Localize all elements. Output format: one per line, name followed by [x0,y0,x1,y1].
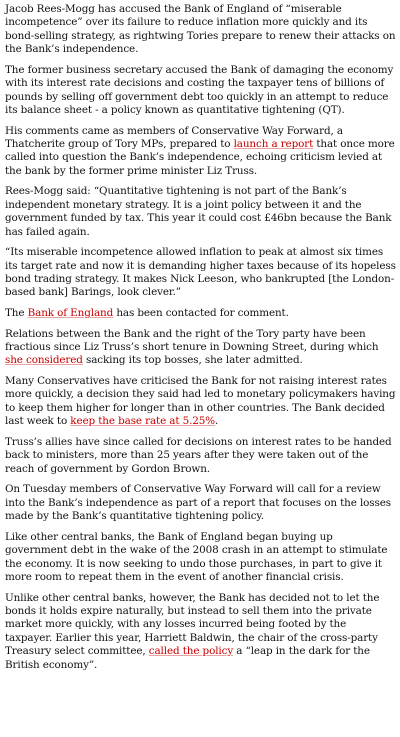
she-considered-link[interactable]: she considered [5,354,83,366]
paragraph-text: The [5,307,28,320]
paragraph: Like other central banks, the Bank of En… [5,531,396,585]
paragraph-text: has been contacted for comment. [113,307,289,320]
bank-of-england-link[interactable]: Bank of England [28,307,114,319]
paragraph-text: Jacob Rees-Mogg has accused the Bank of … [5,3,396,56]
paragraph-text: The former business secretary accused th… [5,63,394,117]
paragraph: Truss’s allies have since called for dec… [5,436,396,476]
paragraph-text: sacking its top bosses, she later admitt… [82,354,303,367]
paragraph: The Bank of England has been contacted f… [5,307,396,320]
called-the-policy-link[interactable]: called the policy [149,645,233,657]
paragraph-text: . [215,415,219,428]
paragraph: Many Conservatives have criticised the B… [5,375,396,429]
paragraph-text: Rees-Mogg said: “Quantitative tightening… [5,185,392,238]
paragraph-text: Relations between the Bank and the right… [5,327,379,354]
paragraph: The former business secretary accused th… [5,64,396,118]
paragraph-text: On Tuesday members of Conservative Way F… [5,483,391,523]
paragraph: Unlike other central banks, however, the… [5,592,396,672]
paragraph: Relations between the Bank and the right… [5,328,396,368]
launch-report-link[interactable]: launch a report [234,138,314,150]
paragraph-text: Truss’s allies have since called for dec… [5,435,392,475]
paragraph: “Its miserable incompetence allowed infl… [5,246,396,300]
paragraph: His comments came as members of Conserva… [5,125,396,179]
paragraph: Jacob Rees-Mogg has accused the Bank of … [5,3,396,57]
article-body: Jacob Rees-Mogg has accused the Bank of … [0,0,400,672]
paragraph: Rees-Mogg said: “Quantitative tightening… [5,185,396,239]
paragraph: On Tuesday members of Conservative Way F… [5,483,396,523]
paragraph-text: Like other central banks, the Bank of En… [5,530,388,583]
paragraph-text: “Its miserable incompetence allowed infl… [5,246,396,299]
base-rate-link[interactable]: keep the base rate at 5.25% [70,415,215,427]
